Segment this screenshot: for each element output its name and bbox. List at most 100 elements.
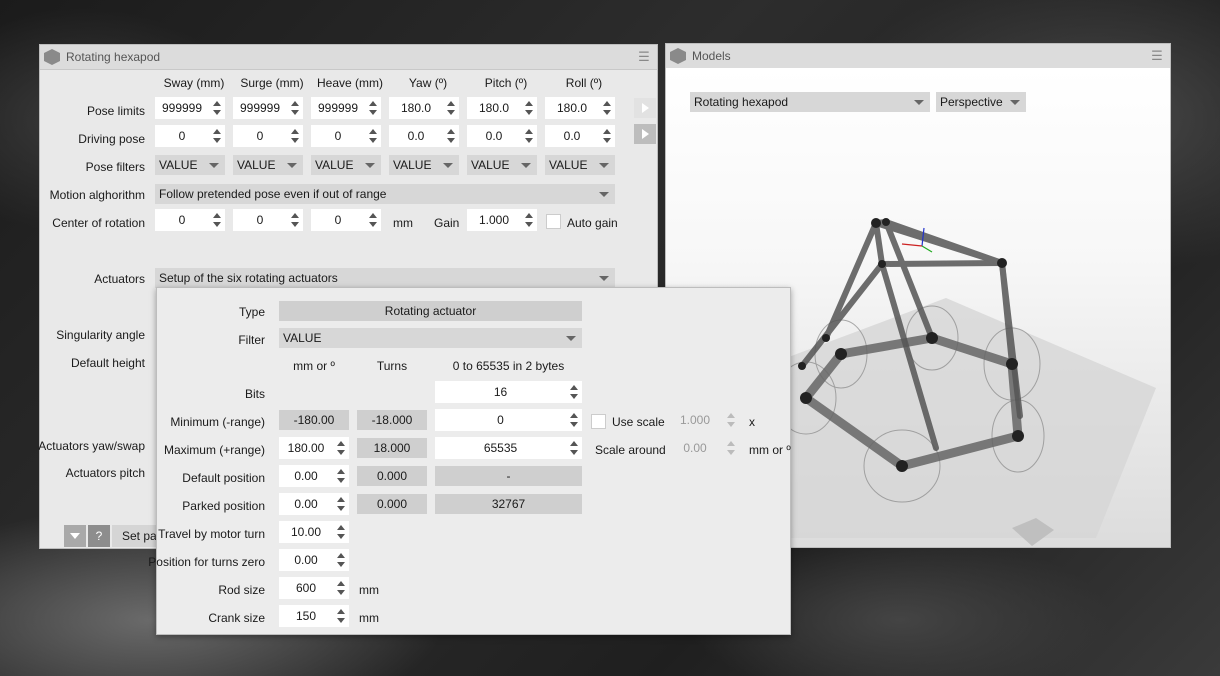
hexapod-titlebar[interactable]: Rotating hexapod ☰ — [40, 45, 657, 70]
parked-position-bytes: 32767 — [435, 494, 582, 514]
spinner-arrows-icon[interactable] — [725, 411, 737, 429]
spinner-arrows-icon[interactable] — [289, 211, 301, 229]
use-scale-label: Use scale — [612, 415, 665, 429]
pose-limit-surge[interactable]: 999999 — [233, 97, 303, 119]
type-label: Type — [238, 305, 265, 319]
chevron-down-icon — [566, 336, 576, 341]
spinner-arrows-icon[interactable] — [725, 439, 737, 457]
spinner-arrows-icon[interactable] — [335, 467, 347, 485]
pose-filter-roll[interactable]: VALUE — [545, 155, 615, 175]
motion-algorithm-label: Motion alghorithm — [49, 188, 145, 202]
pose-filter-yaw[interactable]: VALUE — [389, 155, 459, 175]
maximum-label: Maximum (+range) — [163, 443, 265, 457]
spinner-arrows-icon[interactable] — [367, 127, 379, 145]
bits-input[interactable]: 16 — [435, 381, 582, 403]
set-parameters-label: Set par — [122, 529, 161, 543]
maximum-bytes[interactable]: 65535 — [435, 437, 582, 459]
turns-zero-input[interactable]: 0.00 — [279, 549, 349, 571]
spinner-arrows-icon[interactable] — [211, 99, 223, 117]
minimum-mm: -180.00 — [279, 410, 349, 430]
driving-pose-yaw[interactable]: 0.0 — [389, 125, 459, 147]
default-position-mm[interactable]: 0.00 — [279, 465, 349, 487]
crank-size-label: Crank size — [208, 611, 265, 625]
pose-filter-sway[interactable]: VALUE — [155, 155, 225, 175]
driving-pose-sway[interactable]: 0 — [155, 125, 225, 147]
col-turns: Turns — [376, 359, 408, 373]
minimum-bytes[interactable]: 0 — [435, 409, 582, 431]
collapse-button[interactable] — [64, 525, 86, 547]
pose-filter-heave[interactable]: VALUE — [311, 155, 381, 175]
filter-select[interactable]: VALUE — [279, 328, 582, 348]
pose-limit-heave[interactable]: 999999 — [311, 97, 381, 119]
spinner-arrows-icon[interactable] — [367, 211, 379, 229]
spinner-arrows-icon[interactable] — [568, 439, 580, 457]
hamburger-menu-icon[interactable]: ☰ — [1148, 48, 1166, 64]
hamburger-menu-icon[interactable]: ☰ — [635, 49, 653, 65]
travel-input[interactable]: 10.00 — [279, 521, 349, 543]
motion-algorithm-select[interactable]: Follow pretended pose even if out of ran… — [155, 184, 615, 204]
center-y[interactable]: 0 — [233, 209, 303, 231]
chevron-down-icon — [599, 276, 609, 281]
spinner-arrows-icon[interactable] — [335, 607, 347, 625]
spinner-arrows-icon[interactable] — [523, 99, 535, 117]
auto-gain-label: Auto gain — [567, 216, 618, 230]
app-logo-icon — [44, 49, 60, 65]
spinner-arrows-icon[interactable] — [445, 99, 457, 117]
spinner-arrows-icon[interactable] — [523, 127, 535, 145]
rod-size-input[interactable]: 600 — [279, 577, 349, 599]
models-titlebar[interactable]: Models ☰ — [666, 44, 1170, 69]
driving-pose-roll[interactable]: 0.0 — [545, 125, 615, 147]
use-scale-checkbox[interactable] — [591, 414, 606, 429]
spinner-arrows-icon[interactable] — [367, 99, 379, 117]
col-header-roll: Roll (º) — [565, 76, 603, 90]
spinner-arrows-icon[interactable] — [335, 523, 347, 541]
spinner-arrows-icon[interactable] — [568, 411, 580, 429]
parked-position-mm[interactable]: 0.00 — [279, 493, 349, 515]
col-header-yaw: Yaw (º) — [408, 76, 448, 90]
help-button[interactable]: ? — [88, 525, 110, 547]
chevron-down-icon — [443, 163, 453, 168]
col-header-pitch: Pitch (º) — [484, 76, 528, 90]
gain-input[interactable]: 1.000 — [467, 209, 537, 231]
spinner-arrows-icon[interactable] — [335, 579, 347, 597]
spinner-arrows-icon[interactable] — [601, 127, 613, 145]
scale-around-label: Scale around — [595, 443, 666, 457]
play-button-disabled[interactable] — [634, 98, 656, 118]
pose-limit-pitch[interactable]: 180.0 — [467, 97, 537, 119]
center-x[interactable]: 0 — [155, 209, 225, 231]
scale-input[interactable]: 1.000 — [667, 409, 739, 431]
driving-pose-surge[interactable]: 0 — [233, 125, 303, 147]
spinner-arrows-icon[interactable] — [445, 127, 457, 145]
scale-unit-label: mm or º — [749, 443, 791, 457]
pose-limit-yaw[interactable]: 180.0 — [389, 97, 459, 119]
center-z[interactable]: 0 — [311, 209, 381, 231]
filter-label: Filter — [238, 333, 265, 347]
crank-size-input[interactable]: 150 — [279, 605, 349, 627]
scale-x-label: x — [749, 415, 755, 429]
play-button[interactable] — [634, 124, 656, 144]
spinner-arrows-icon[interactable] — [335, 551, 347, 569]
spinner-arrows-icon[interactable] — [335, 495, 347, 513]
spinner-arrows-icon[interactable] — [211, 127, 223, 145]
pose-filter-pitch[interactable]: VALUE — [467, 155, 537, 175]
spinner-arrows-icon[interactable] — [289, 127, 301, 145]
actuator-setup-popup: Type Rotating actuator Filter VALUE mm o… — [148, 287, 791, 635]
pose-limit-sway[interactable]: 999999 — [155, 97, 225, 119]
pose-filter-surge[interactable]: VALUE — [233, 155, 303, 175]
spinner-arrows-icon[interactable] — [568, 383, 580, 401]
maximum-mm[interactable]: 180.00 — [279, 437, 349, 459]
spinner-arrows-icon[interactable] — [211, 211, 223, 229]
spinner-arrows-icon[interactable] — [601, 99, 613, 117]
spinner-arrows-icon[interactable] — [523, 211, 535, 229]
col-mm: mm or º — [293, 359, 335, 373]
minimum-turns: -18.000 — [357, 410, 427, 430]
default-position-turns: 0.000 — [357, 466, 427, 486]
driving-pose-heave[interactable]: 0 — [311, 125, 381, 147]
pose-limit-roll[interactable]: 180.0 — [545, 97, 615, 119]
spinner-arrows-icon[interactable] — [289, 99, 301, 117]
actuators-select[interactable]: Setup of the six rotating actuators — [155, 268, 615, 288]
auto-gain-checkbox[interactable] — [546, 214, 561, 229]
scale-around-input[interactable]: 0.00 — [667, 437, 739, 459]
spinner-arrows-icon[interactable] — [335, 439, 347, 457]
driving-pose-pitch[interactable]: 0.0 — [467, 125, 537, 147]
